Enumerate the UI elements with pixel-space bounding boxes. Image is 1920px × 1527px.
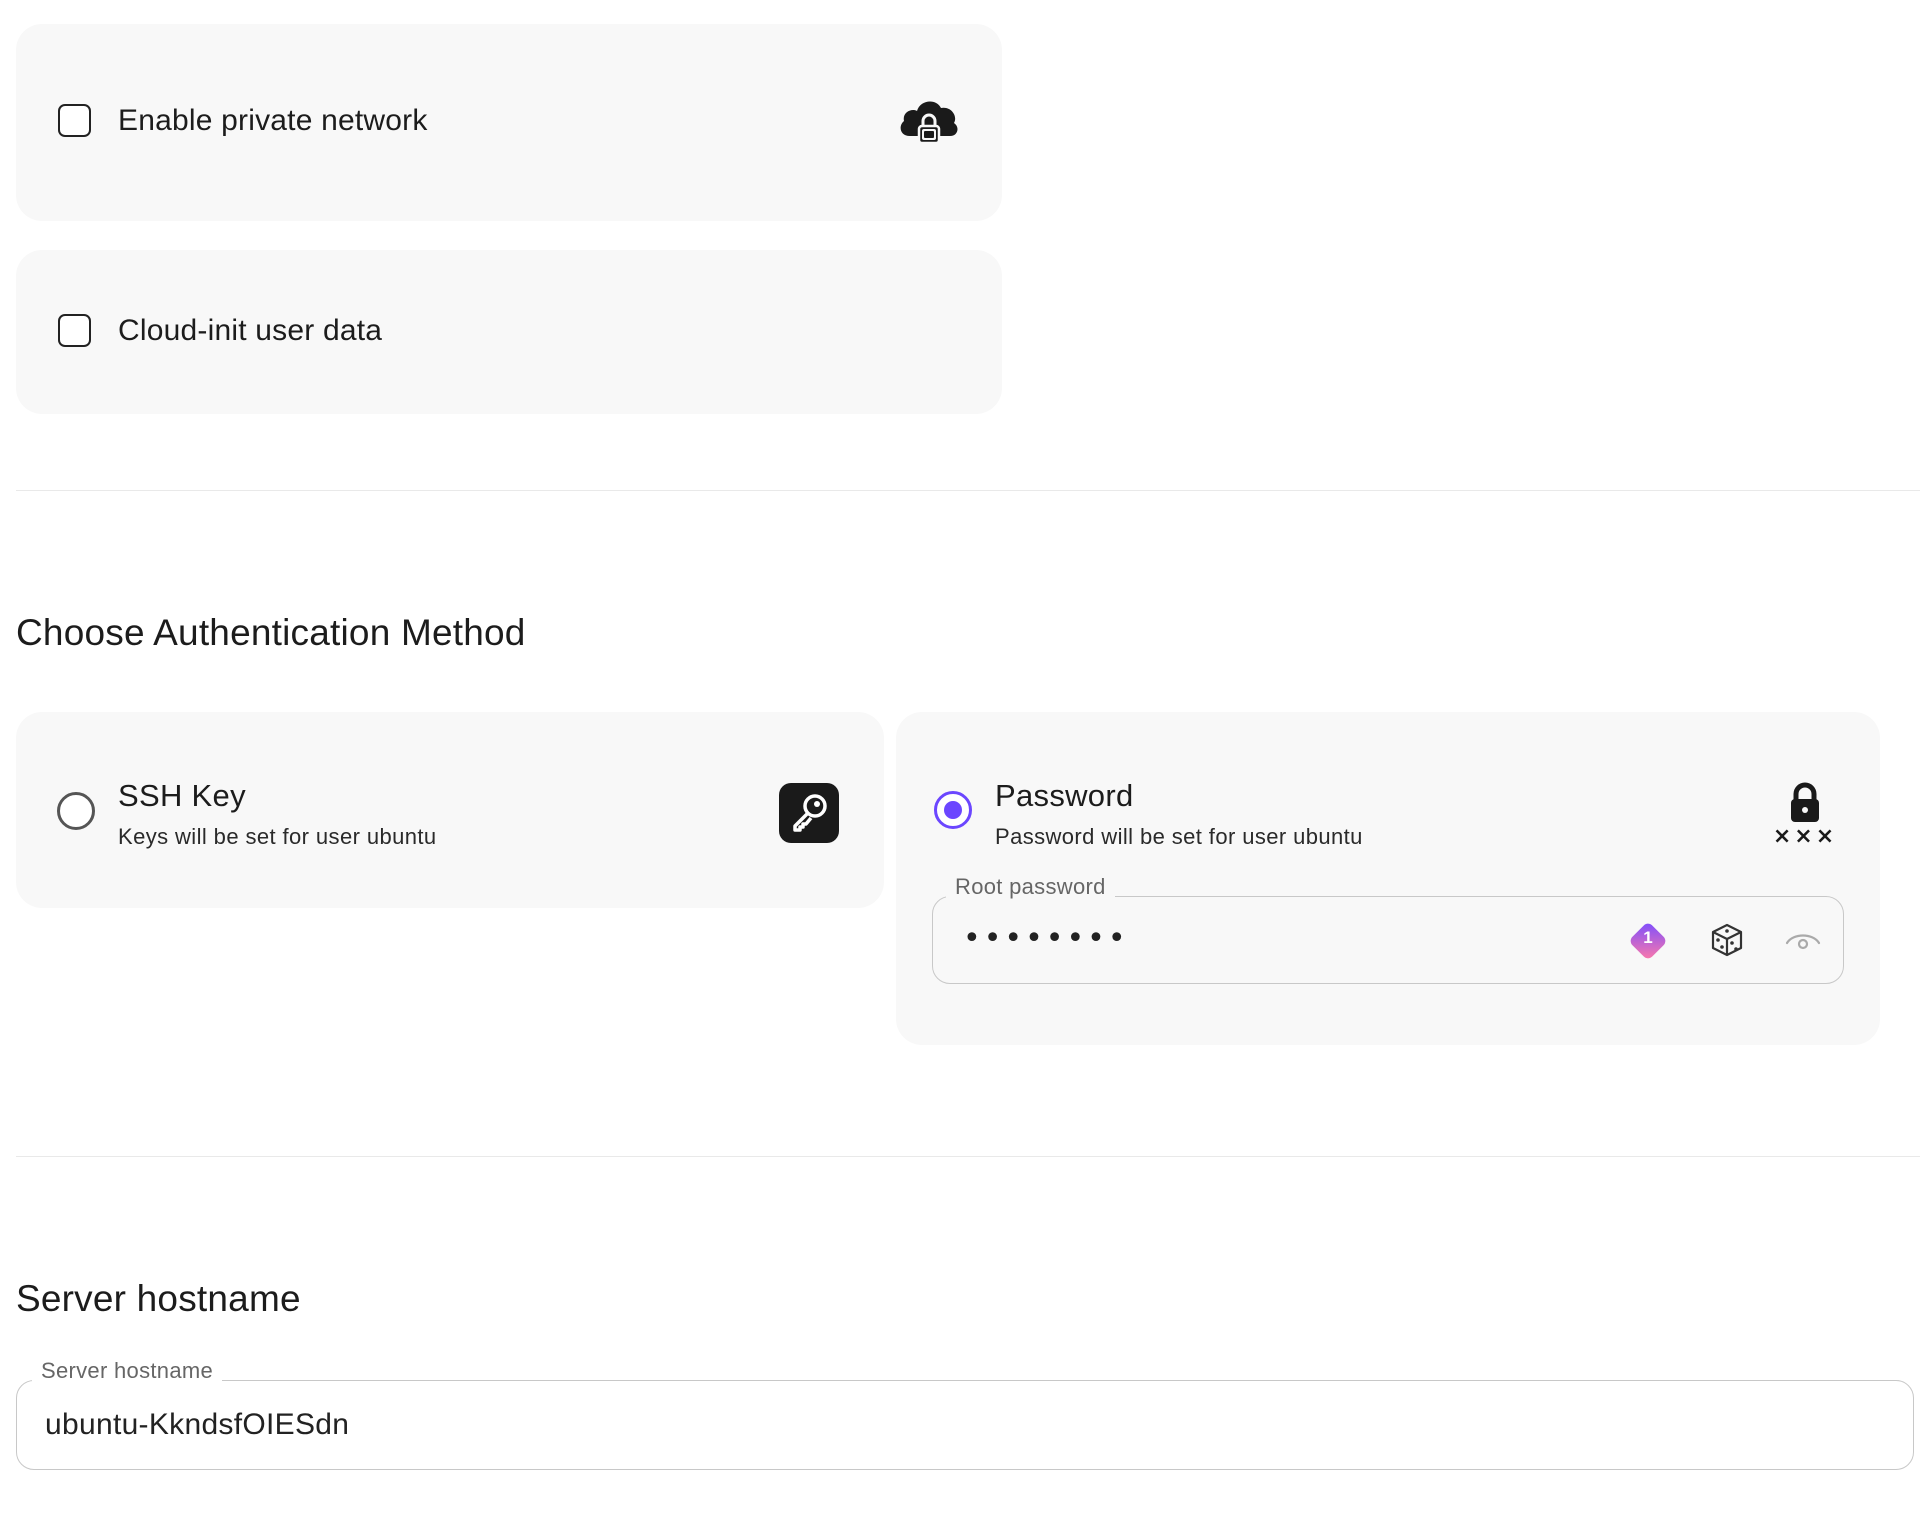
cloud-init-checkbox[interactable] <box>58 314 91 347</box>
private-network-checkbox[interactable] <box>58 104 91 137</box>
password-title: Password <box>995 778 1134 813</box>
1password-icon[interactable]: 1 <box>1623 916 1673 966</box>
ssh-key-radio[interactable] <box>57 792 95 830</box>
lock-password-icon: ××× <box>1772 780 1838 854</box>
cloud-init-card[interactable]: Cloud-init user data <box>16 250 1002 414</box>
private-network-label: Enable private network <box>118 104 428 137</box>
divider <box>16 1156 1920 1157</box>
ssh-key-card[interactable]: SSH Key Keys will be set for user ubuntu <box>16 712 884 908</box>
ssh-key-subtitle: Keys will be set for user ubuntu <box>118 824 437 849</box>
server-hostname-field[interactable]: ubuntu-KkndsfOIESdn <box>16 1380 1914 1470</box>
divider <box>16 490 1920 491</box>
root-password-value[interactable]: •••••••• <box>963 921 1129 956</box>
key-icon <box>778 782 840 844</box>
ssh-key-title: SSH Key <box>118 778 246 813</box>
hostname-section-title: Server hostname <box>16 1278 301 1319</box>
auth-section-title: Choose Authentication Method <box>16 612 526 653</box>
password-mask-marks: ××× <box>1772 824 1838 849</box>
private-network-card[interactable]: Enable private network <box>16 24 1002 221</box>
root-password-label: Root password <box>946 874 1115 900</box>
password-subtitle: Password will be set for user ubuntu <box>995 824 1363 849</box>
cloud-lock-icon <box>896 92 962 152</box>
server-hostname-label: Server hostname <box>32 1358 223 1384</box>
cloud-init-label: Cloud-init user data <box>118 314 383 347</box>
eye-icon[interactable] <box>1783 927 1823 955</box>
dice-icon[interactable] <box>1709 922 1745 958</box>
password-radio[interactable] <box>934 791 972 829</box>
server-hostname-value[interactable]: ubuntu-KkndsfOIESdn <box>45 1408 349 1442</box>
password-card[interactable]: Password Password will be set for user u… <box>896 712 1880 1045</box>
1password-badge-text: 1 <box>1643 928 1653 947</box>
root-password-field[interactable]: •••••••• 1 <box>932 896 1844 984</box>
